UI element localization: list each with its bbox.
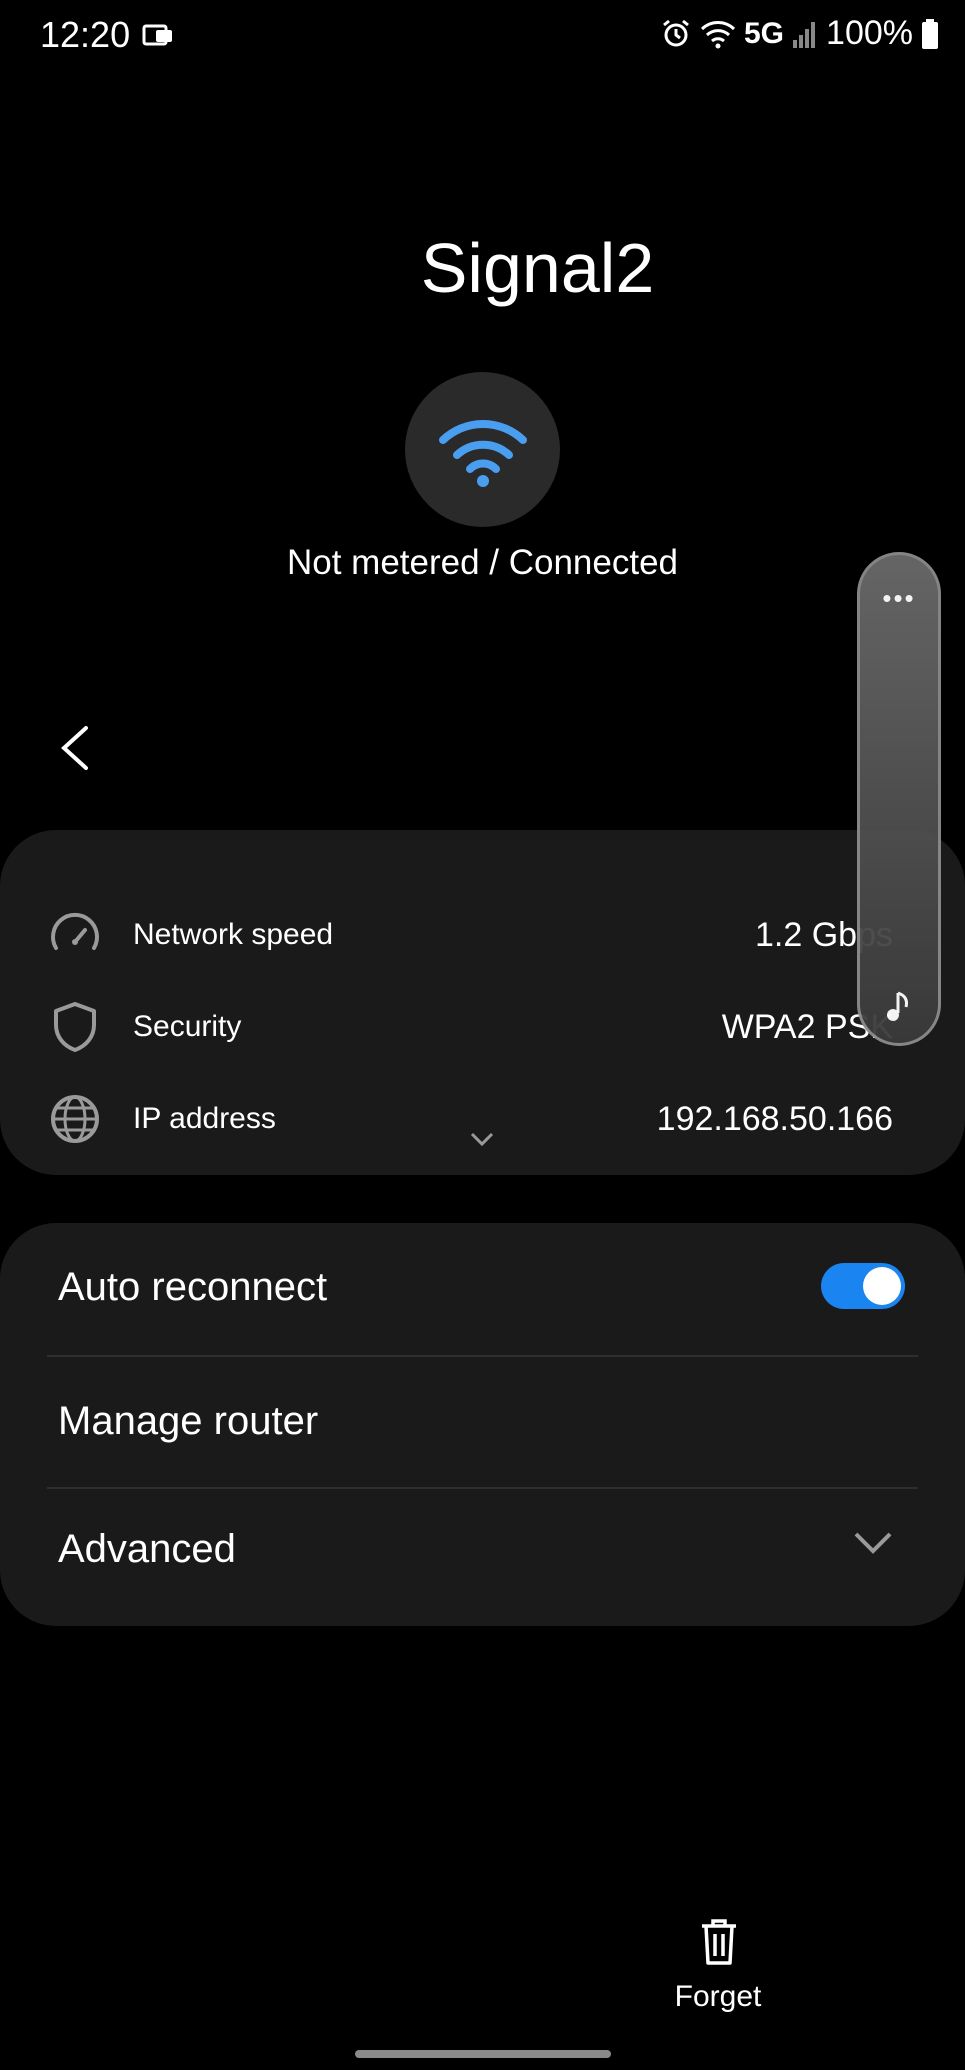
- globe-icon: [51, 1095, 99, 1143]
- trash-icon: [702, 1919, 736, 1965]
- battery-percent: 100%: [826, 14, 913, 52]
- forget-label: Forget: [674, 1980, 762, 2013]
- chevron-down-icon[interactable]: [853, 1531, 893, 1555]
- network-info-card: Network speed 1.2 Gbps Security WPA2 PSK…: [0, 830, 965, 1175]
- divider: [47, 1487, 918, 1489]
- expand-chevron-icon[interactable]: [468, 1130, 496, 1148]
- alarm-icon: [663, 19, 689, 46]
- notification-icon: [142, 24, 172, 46]
- info-row-security: Security WPA2 PSK: [0, 992, 965, 1062]
- info-value: 192.168.50.166: [656, 1099, 893, 1138]
- status-time: 12:20: [40, 14, 131, 55]
- status-bar: 12:20 5G 100%: [0, 0, 965, 70]
- settings-card: Auto reconnect Manage router Advanced: [0, 1223, 965, 1626]
- shield-icon: [54, 1002, 96, 1052]
- back-button[interactable]: [52, 718, 102, 778]
- connection-status: Not metered / Connected: [286, 543, 679, 582]
- network-type: 5G: [744, 16, 785, 50]
- edge-panel[interactable]: •••: [857, 552, 941, 1046]
- divider: [47, 1355, 918, 1357]
- info-label: Security: [133, 1010, 242, 1043]
- network-name: Signal2: [420, 229, 655, 307]
- more-options-icon[interactable]: •••: [860, 583, 938, 614]
- auto-reconnect-row[interactable]: Auto reconnect: [58, 1239, 907, 1335]
- battery-icon: [922, 18, 938, 49]
- forget-button[interactable]: Forget: [668, 1918, 768, 2038]
- wifi-status-badge: [405, 372, 560, 527]
- toggle-knob: [863, 1267, 901, 1305]
- info-row-network-speed: Network speed 1.2 Gbps: [0, 900, 965, 970]
- auto-reconnect-toggle[interactable]: [821, 1263, 905, 1309]
- info-label: Network speed: [133, 918, 334, 951]
- advanced-label: Advanced: [58, 1526, 236, 1571]
- wifi-icon: [438, 419, 527, 487]
- home-indicator[interactable]: [355, 2050, 611, 2058]
- manage-router-label: Manage router: [58, 1398, 319, 1443]
- speedometer-icon: [51, 912, 99, 950]
- cell-signal-icon: [793, 21, 816, 48]
- wifi-signal-icon: [700, 20, 736, 48]
- music-note-icon[interactable]: [880, 985, 920, 1025]
- info-label: IP address: [133, 1102, 276, 1135]
- advanced-row[interactable]: Advanced: [58, 1501, 907, 1597]
- manage-router-row[interactable]: Manage router: [58, 1373, 907, 1469]
- auto-reconnect-label: Auto reconnect: [58, 1264, 328, 1309]
- status-icons: 5G 100%: [660, 14, 939, 53]
